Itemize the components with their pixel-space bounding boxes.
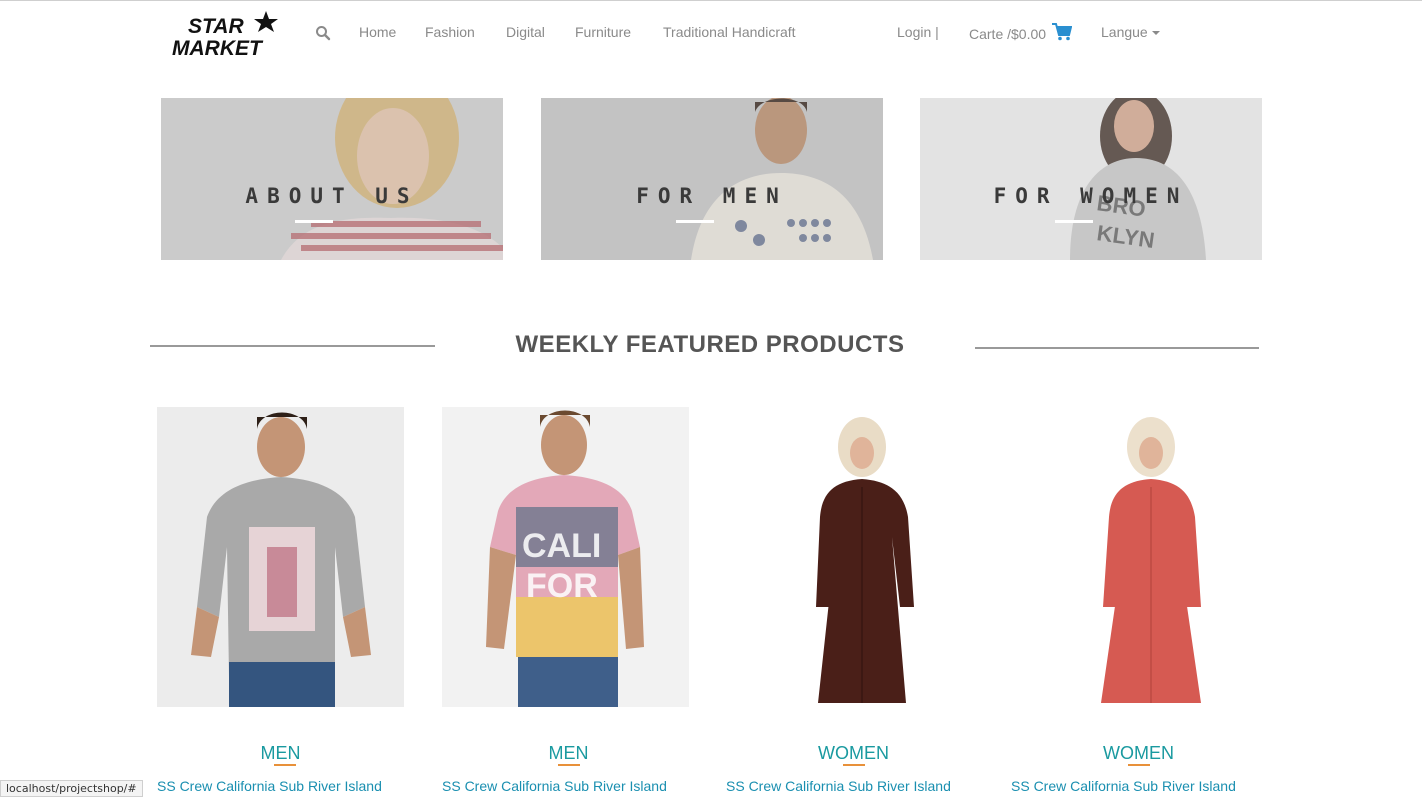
product-name[interactable]: SS Crew California Sub River Island <box>157 778 382 794</box>
product-category-underline <box>274 764 296 766</box>
cart-link[interactable]: Carte /$0.00 <box>969 26 1046 42</box>
product-category-underline <box>558 764 580 766</box>
banner-about-us-image <box>161 98 503 260</box>
nav-link-home[interactable]: Home <box>359 24 396 40</box>
banner-about-us-underline <box>295 220 333 223</box>
product-name[interactable]: SS Crew California Sub River Island <box>442 778 667 794</box>
logo[interactable]: STAR MARKET <box>170 11 282 59</box>
product-category-underline <box>1128 764 1150 766</box>
banner-for-women-image: BRO KLYN <box>920 98 1262 260</box>
product-category[interactable]: WOMEN <box>726 743 981 764</box>
product-category[interactable]: MEN <box>442 743 695 764</box>
banner-for-men-image <box>541 98 883 260</box>
product-category[interactable]: MEN <box>157 743 404 764</box>
navbar: STAR MARKET Home Fashion Digital Furnitu… <box>0 1 1422 65</box>
language-label: Langue <box>1101 24 1148 40</box>
svg-text:CALI: CALI <box>522 527 601 565</box>
product-image[interactable]: CALI FOR <box>442 407 689 707</box>
banner-for-men-underline <box>676 220 714 223</box>
cart-icon[interactable] <box>1052 23 1073 41</box>
product-image[interactable] <box>157 407 404 707</box>
banner-for-women[interactable]: BRO KLYN FOR WOMEN <box>920 98 1262 260</box>
browser-status-bar: localhost/projectshop/# <box>0 780 143 797</box>
product-image[interactable] <box>726 407 981 707</box>
product-name[interactable]: SS Crew California Sub River Island <box>726 778 951 794</box>
nav-link-digital[interactable]: Digital <box>506 24 545 40</box>
banner-for-men[interactable]: FOR MEN <box>541 98 883 260</box>
caret-down-icon <box>1151 31 1160 36</box>
login-link[interactable]: Login | <box>897 24 939 40</box>
language-dropdown[interactable]: Langue <box>1101 24 1160 40</box>
logo-text-star: STAR <box>188 15 244 38</box>
nav-link-fashion[interactable]: Fashion <box>425 24 475 40</box>
banner-for-women-title: FOR WOMEN <box>993 184 1189 208</box>
nav-link-furniture[interactable]: Furniture <box>575 24 631 40</box>
logo-star-icon <box>254 11 278 32</box>
banner-about-us-title: ABOUT US <box>245 184 419 208</box>
product-name[interactable]: SS Crew California Sub River Island <box>1011 778 1236 794</box>
svg-text:FOR: FOR <box>526 567 598 605</box>
section-title: WEEKLY FEATURED PRODUCTS <box>515 331 905 358</box>
banner-for-men-title: FOR MEN <box>636 184 788 208</box>
product-category-underline <box>843 764 865 766</box>
product-category[interactable]: WOMEN <box>1011 743 1266 764</box>
banner-for-women-underline <box>1055 220 1093 223</box>
search-icon[interactable] <box>315 25 331 41</box>
section-divider-right <box>975 347 1259 349</box>
banner-about-us[interactable]: ABOUT US <box>161 98 503 260</box>
nav-link-traditional-handicraft[interactable]: Traditional Handicraft <box>663 24 796 40</box>
product-image[interactable] <box>1011 407 1266 707</box>
logo-text-market: MARKET <box>172 37 264 59</box>
section-divider-left <box>150 345 435 347</box>
